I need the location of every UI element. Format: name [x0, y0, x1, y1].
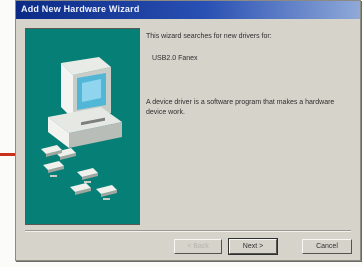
computer-icon	[48, 57, 122, 148]
device-name: USB2.0 Fanex	[152, 55, 198, 62]
wizard-art-panel	[25, 28, 140, 225]
driver-description: A device driver is a software program th…	[146, 99, 335, 116]
accent-rule	[0, 153, 16, 156]
add-hardware-dialog: Add New Hardware Wizard This wizard sear…	[15, 0, 361, 261]
cancel-button[interactable]: Cancel	[302, 239, 352, 254]
hardware-cards-icon	[41, 145, 117, 200]
next-button[interactable]: Next >	[228, 238, 278, 255]
title-bar[interactable]: Add New Hardware Wizard	[16, 1, 360, 19]
button-separator	[25, 230, 351, 232]
wizard-illustration	[41, 57, 122, 200]
back-button[interactable]: < Back	[174, 239, 222, 254]
dialog-title: Add New Hardware Wizard	[21, 4, 140, 14]
wizard-intro-text: This wizard searches for new drivers for…	[146, 33, 272, 40]
screenshot-stage: Add New Hardware Wizard This wizard sear…	[0, 0, 363, 267]
